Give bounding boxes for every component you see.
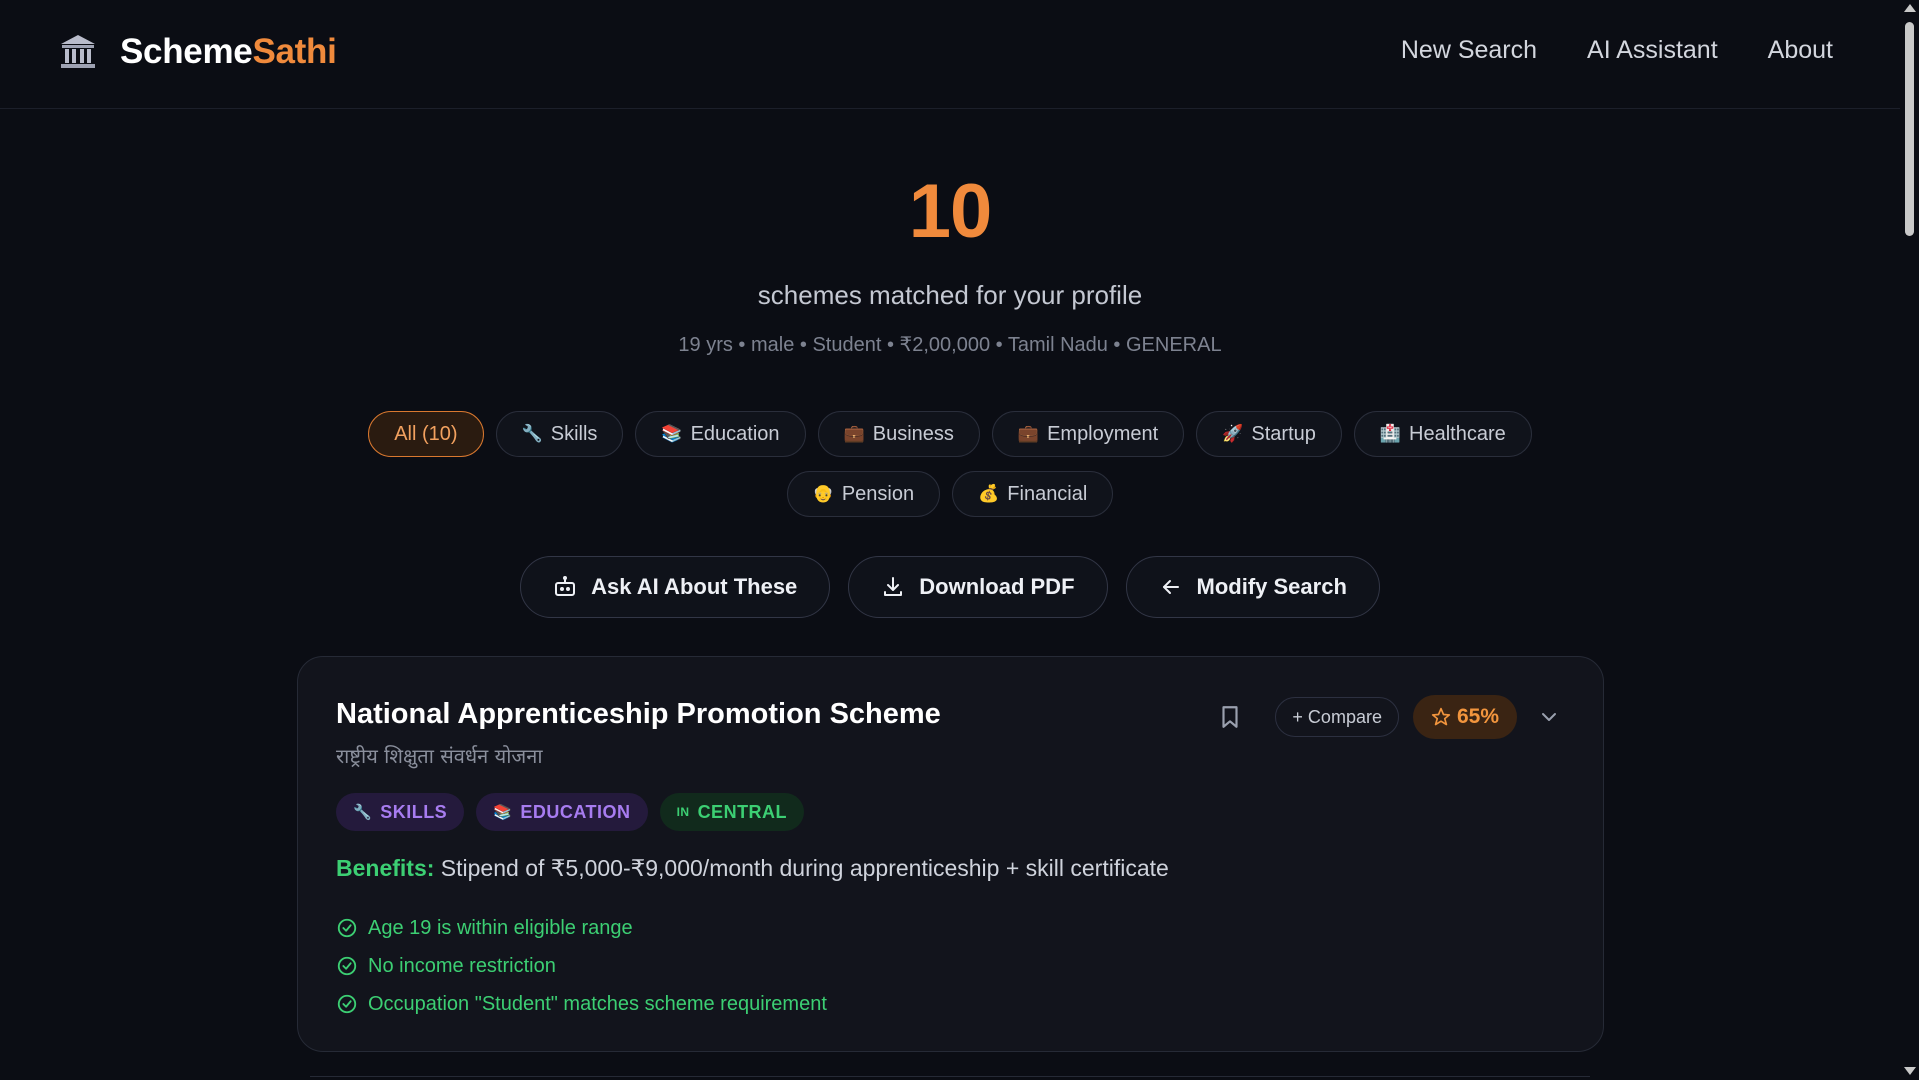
brand[interactable]: SchemeSathi	[58, 32, 337, 72]
chevron-down-icon[interactable]	[1537, 705, 1561, 729]
match-count: 10	[908, 169, 993, 254]
bank-building-icon	[61, 35, 95, 68]
scroll-up-arrow-icon[interactable]	[1904, 4, 1916, 12]
filter-label: Skills	[550, 422, 598, 445]
old-man-icon: 👴	[812, 484, 834, 503]
filter-skills[interactable]: 🔧 Skills	[495, 411, 624, 457]
nav-about[interactable]: About	[1768, 36, 1833, 65]
modify-search-button[interactable]: Modify Search	[1125, 556, 1380, 618]
wrench-icon: 🔧	[353, 804, 373, 821]
profile-summary: 19 yrs • male • Student • ₹2,00,000 • Ta…	[678, 334, 1222, 356]
eligibility-checks: Age 19 is within eligible range No incom…	[336, 909, 827, 1023]
category-filters-row2: 👴 Pension 💰 Financial	[0, 471, 1900, 517]
nav-ai-assistant[interactable]: AI Assistant	[1587, 36, 1718, 65]
check-circle-icon	[337, 956, 357, 976]
filter-business[interactable]: 💼 Business	[817, 411, 980, 457]
scroll-down-arrow-icon[interactable]	[1904, 1067, 1916, 1075]
eligibility-check-text: Age 19 is within eligible range	[368, 916, 633, 939]
scheme-title: National Apprenticeship Promotion Scheme	[336, 698, 941, 730]
tag-label: CENTRAL	[697, 801, 788, 822]
scheme-title-hindi: राष्ट्रीय शिक्षुता संवर्धन योजना	[336, 744, 543, 768]
scheme-card[interactable]: National Apprenticeship Promotion Scheme…	[297, 656, 1604, 1052]
filter-pension[interactable]: 👴 Pension	[786, 471, 941, 517]
scheme-benefits: Benefits: Stipend of ₹5,000-₹9,000/month…	[336, 855, 1169, 882]
category-filters: All (10) 🔧 Skills 📚 Education 💼 Business 💼 E…	[0, 411, 1900, 457]
scheme-card-tools: + Compare 65%	[1217, 695, 1561, 739]
nav-new-search[interactable]: New Search	[1401, 36, 1537, 65]
brand-name-part2: Sathi	[252, 32, 337, 71]
match-subtitle: schemes matched for your profile	[757, 280, 1143, 310]
check-circle-icon	[337, 918, 357, 938]
filter-all[interactable]: All (10)	[368, 411, 484, 457]
result-actions: Ask AI About These Download PDF Modify S…	[0, 556, 1900, 618]
modify-search-label: Modify Search	[1196, 574, 1347, 599]
scheme-tags: 🔧 SKILLS 📚 EDUCATION IN CENTRAL	[336, 793, 805, 831]
briefcase-icon: 💼	[843, 424, 865, 443]
brand-name: SchemeSathi	[120, 32, 337, 72]
benefits-text: Stipend of ₹5,000-₹9,000/month during ap…	[440, 855, 1169, 881]
eligibility-check-text: No income restriction	[368, 954, 556, 977]
filter-label: Business	[872, 422, 954, 445]
main-nav: New Search AI Assistant About	[1401, 36, 1833, 65]
download-icon	[884, 577, 903, 596]
check-circle-icon	[337, 994, 357, 1014]
star-icon	[1431, 707, 1451, 726]
books-icon: 📚	[661, 424, 683, 443]
filter-label: Startup	[1251, 422, 1316, 445]
eligibility-check-item: Occupation "Student" matches scheme requ…	[336, 985, 827, 1023]
robot-icon	[555, 576, 576, 596]
india-flag-icon: IN	[676, 805, 690, 819]
eligibility-check-item: Age 19 is within eligible range	[336, 909, 827, 947]
page-scrollbar[interactable]	[1900, 0, 1919, 1079]
eligibility-check-item: No income restriction	[336, 947, 827, 985]
books-icon: 📚	[493, 804, 513, 821]
match-score-value: 65%	[1456, 705, 1499, 728]
briefcase-icon: 💼	[1017, 424, 1040, 443]
filter-label: Financial	[1007, 482, 1088, 505]
filter-education[interactable]: 📚 Education	[635, 411, 806, 457]
ask-ai-label: Ask AI About These	[591, 574, 798, 599]
compare-button[interactable]: + Compare	[1275, 697, 1399, 737]
tag-skills: 🔧 SKILLS	[336, 793, 465, 831]
filter-label: Education	[690, 422, 780, 445]
hospital-icon: 🏥	[1379, 424, 1402, 443]
next-scheme-card-edge	[310, 1076, 1590, 1080]
filter-label: Pension	[841, 482, 915, 505]
tag-label: SKILLS	[380, 801, 448, 822]
filter-employment[interactable]: 💼 Employment	[991, 411, 1185, 457]
money-bag-icon: 💰	[978, 484, 1000, 503]
eligibility-check-text: Occupation "Student" matches scheme requ…	[368, 992, 827, 1015]
filter-startup[interactable]: 🚀 Startup	[1196, 411, 1342, 457]
brand-name-part1: Scheme	[120, 32, 253, 71]
bookmark-icon[interactable]	[1217, 703, 1243, 731]
rocket-icon: 🚀	[1222, 424, 1244, 443]
tag-education: 📚 EDUCATION	[476, 793, 648, 831]
filter-healthcare[interactable]: 🏥 Healthcare	[1353, 411, 1532, 457]
filter-financial[interactable]: 💰 Financial	[952, 471, 1114, 517]
wrench-icon: 🔧	[521, 424, 543, 443]
tag-label: EDUCATION	[520, 801, 631, 822]
top-navbar: SchemeSathi New Search AI Assistant Abou…	[0, 0, 1900, 109]
filter-label: Employment	[1047, 422, 1159, 445]
benefits-label: Benefits:	[336, 855, 435, 881]
match-score-badge: 65%	[1412, 695, 1517, 739]
scroll-thumb[interactable]	[1905, 22, 1914, 236]
tag-central: IN CENTRAL	[659, 793, 805, 831]
arrow-left-icon	[1162, 580, 1179, 594]
download-pdf-label: Download PDF	[919, 574, 1075, 599]
filter-label: All (10)	[394, 422, 458, 445]
download-pdf-button[interactable]: Download PDF	[848, 556, 1108, 618]
filter-label: Healthcare	[1409, 422, 1506, 445]
ask-ai-button[interactable]: Ask AI About These	[520, 556, 831, 618]
